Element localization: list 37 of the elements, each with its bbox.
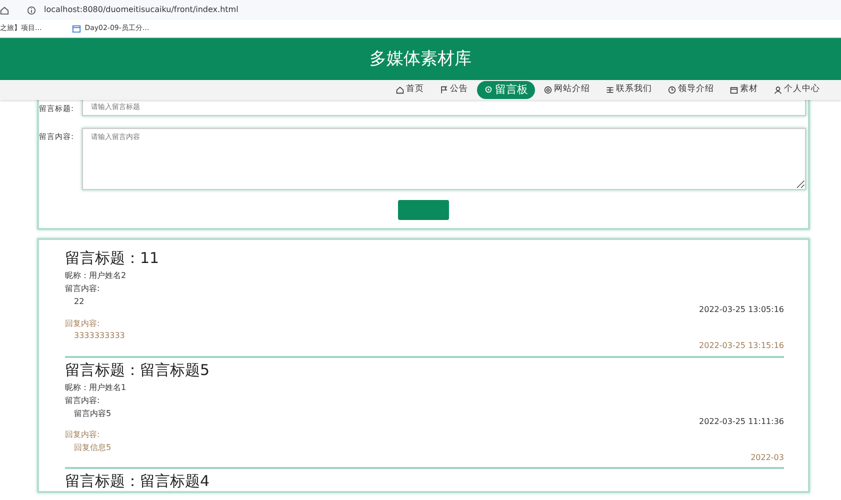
reply-time: 2022-03 [750,453,784,462]
reply-content: 回复信息5 [74,442,112,452]
site-title: 多媒体素材库 [370,48,472,70]
flag-icon [440,86,448,94]
lines-icon [606,86,614,94]
nav-tab[interactable]: 公告 [433,82,475,98]
clock-icon [668,86,676,94]
content-label: 留言内容: [65,396,101,407]
nav-tab[interactable]: 个人中心 [767,82,827,98]
nav-tab[interactable]: 联系我们 [599,82,659,98]
nav-tab[interactable]: 素材 [723,82,765,98]
reply-content: 3333333333 [74,330,125,340]
nav-tab[interactable]: 首页 [389,82,431,98]
message-content: 22 [74,296,84,306]
user-icon [774,86,782,94]
nickname-text: 昵称：用户姓名2 [65,271,128,282]
message-time: 2022-03-25 13:05:16 [699,305,784,314]
message-title: 留言标题：留言标题5 [65,360,211,380]
nav-tab[interactable]: 网站介绍 [537,82,597,98]
reply-time: 2022-03-25 13:15:16 [699,341,784,350]
message-title: 留言标题：留言标题4 [65,472,211,492]
message-content: 留言内容5 [74,408,112,418]
nav-tab[interactable]: 领导介绍 [661,82,721,98]
nickname-text: 昵称：用户姓名1 [65,382,128,394]
message-time: 2022-03-25 11:11:36 [699,416,784,426]
address-field[interactable]: localhost:8080/duomeitisucaiku/front/index.html [44,4,238,16]
calendar-icon [72,24,81,33]
message-title: 留言标题：11 [65,249,160,268]
reply-label: 回复内容: [65,318,100,328]
gear-icon [484,85,493,94]
reply-label: 回复内容: [65,430,100,440]
home-icon [396,86,404,94]
content-label: 留言内容: [65,284,101,295]
nav-tab[interactable]: 留言板 [477,80,535,100]
info-icon[interactable] [27,6,36,14]
calendar-icon [730,86,738,94]
home-icon [0,6,9,14]
